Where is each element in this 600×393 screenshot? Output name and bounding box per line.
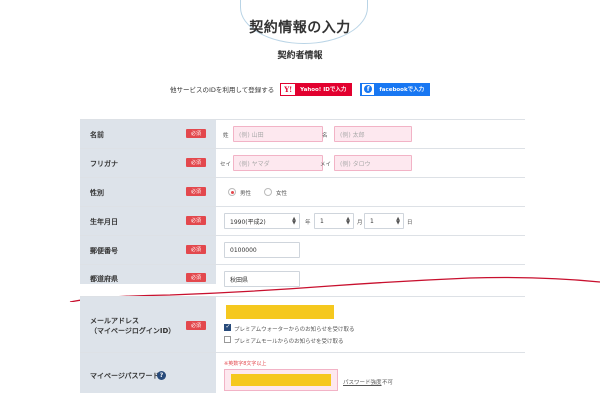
first-kana-input[interactable]: (例) タロウ bbox=[334, 155, 412, 171]
last-name-input[interactable]: (例) 山田 bbox=[233, 126, 323, 142]
gender-female-radio[interactable] bbox=[264, 188, 272, 196]
facebook-login-button[interactable]: f facebookで入力 bbox=[360, 82, 431, 96]
last-kana-prefix: セイ bbox=[220, 162, 232, 168]
form-row-password: マイページパスワード ? ※英数字8文字以上 パスワード強度 不可 bbox=[80, 352, 525, 393]
contract-form-bottom: メールアドレス（マイページログインID） 必須 プレミアムウォーターからのお知ら… bbox=[80, 296, 525, 393]
spinner-icon: ▲ ▼ bbox=[292, 216, 296, 226]
required-badge: 必須 bbox=[186, 158, 206, 167]
form-row-name: 名前 必須 姓 (例) 山田 名 (例) 太郎 bbox=[80, 119, 525, 148]
password-strength-value: 不可 bbox=[382, 380, 394, 386]
birthdate-label: 生年月日 bbox=[90, 218, 118, 226]
password-hint: ※英数字8文字以上 bbox=[224, 361, 267, 367]
opt-in-water-label: プレミアムウォーターからのお知らせを受け取る bbox=[234, 327, 355, 333]
day-unit: 日 bbox=[407, 220, 413, 226]
spinner-icon: ▲ ▼ bbox=[346, 216, 350, 226]
social-login-row: 他サービスのIDを利用して登録する Y! Yahoo! IDで入力 f face… bbox=[170, 81, 431, 97]
form-row-gender: 性別 必須 男性 女性 bbox=[80, 177, 525, 206]
birth-month-select[interactable]: 1 ▲ ▼ bbox=[314, 213, 354, 229]
required-badge: 必須 bbox=[186, 245, 206, 254]
required-badge: 必須 bbox=[186, 187, 206, 196]
email-input[interactable] bbox=[226, 305, 334, 319]
form-row-postal: 郵便番号 必須 0100000 bbox=[80, 235, 525, 264]
social-login-prompt: 他サービスのIDを利用して登録する bbox=[170, 86, 275, 94]
yahoo-login-label: Yahoo! IDで入力 bbox=[295, 83, 352, 95]
postal-label: 郵便番号 bbox=[90, 247, 118, 255]
yahoo-icon: Y! bbox=[284, 84, 293, 94]
opt-in-mall-label: プレミアムモールからのお知らせを受け取る bbox=[234, 339, 344, 345]
year-unit: 年 bbox=[305, 220, 311, 226]
form-row-furigana: フリガナ 必須 セイ (例) ヤマダ メイ (例) タロウ bbox=[80, 148, 525, 177]
help-icon[interactable]: ? bbox=[157, 371, 166, 380]
gender-female-label: 女性 bbox=[276, 191, 288, 197]
password-strength-label: パスワード強度 bbox=[343, 380, 382, 386]
contract-form-top: 名前 必須 姓 (例) 山田 名 (例) 太郎 フリガナ 必須 セイ (例) ヤ… bbox=[80, 119, 525, 287]
yahoo-login-button[interactable]: Y! Yahoo! IDで入力 bbox=[280, 82, 353, 96]
furigana-label: フリガナ bbox=[90, 160, 118, 168]
required-badge: 必須 bbox=[186, 129, 206, 138]
last-name-prefix: 姓 bbox=[223, 133, 229, 139]
last-kana-input[interactable]: (例) ヤマダ bbox=[233, 155, 323, 171]
gender-male-label: 男性 bbox=[240, 191, 252, 197]
birth-year-select[interactable]: 1990(平成2) ▲ ▼ bbox=[224, 213, 300, 229]
first-name-input[interactable]: (例) 太郎 bbox=[334, 126, 412, 142]
gender-male-radio[interactable] bbox=[228, 188, 236, 196]
opt-in-mall-checkbox[interactable] bbox=[224, 336, 231, 343]
opt-in-water-checkbox[interactable] bbox=[224, 323, 231, 331]
form-row-email: メールアドレス（マイページログインID） 必須 プレミアムウォーターからのお知ら… bbox=[80, 296, 525, 352]
required-badge: 必須 bbox=[186, 216, 206, 225]
postal-code-input[interactable]: 0100000 bbox=[224, 242, 300, 258]
gender-label: 性別 bbox=[90, 189, 104, 197]
page-title: 契約情報の入力 bbox=[249, 20, 351, 36]
email-label: メールアドレス （マイページログインID） bbox=[90, 317, 176, 335]
required-badge: 必須 bbox=[186, 321, 206, 330]
name-label: 名前 bbox=[90, 131, 104, 139]
section-title: 契約者情報 bbox=[277, 51, 323, 61]
password-label: マイページパスワード bbox=[90, 372, 160, 380]
month-unit: 月 bbox=[357, 220, 363, 226]
first-kana-prefix: メイ bbox=[320, 162, 332, 168]
birth-day-select[interactable]: 1 ▲ ▼ bbox=[364, 213, 404, 229]
page-header: 契約情報の入力 契約者情報 他サービスのIDを利用して登録する Y! Yahoo… bbox=[0, 0, 600, 110]
password-input[interactable] bbox=[224, 369, 338, 391]
facebook-login-label: facebookで入力 bbox=[379, 87, 425, 93]
facebook-icon: f bbox=[362, 83, 375, 95]
spinner-icon: ▲ ▼ bbox=[396, 216, 400, 226]
form-row-birthdate: 生年月日 必須 1990(平成2) ▲ ▼ 年 1 ▲ ▼ 月 1 ▲ ▼ 日 bbox=[80, 206, 525, 235]
first-name-prefix: 名 bbox=[322, 133, 328, 139]
